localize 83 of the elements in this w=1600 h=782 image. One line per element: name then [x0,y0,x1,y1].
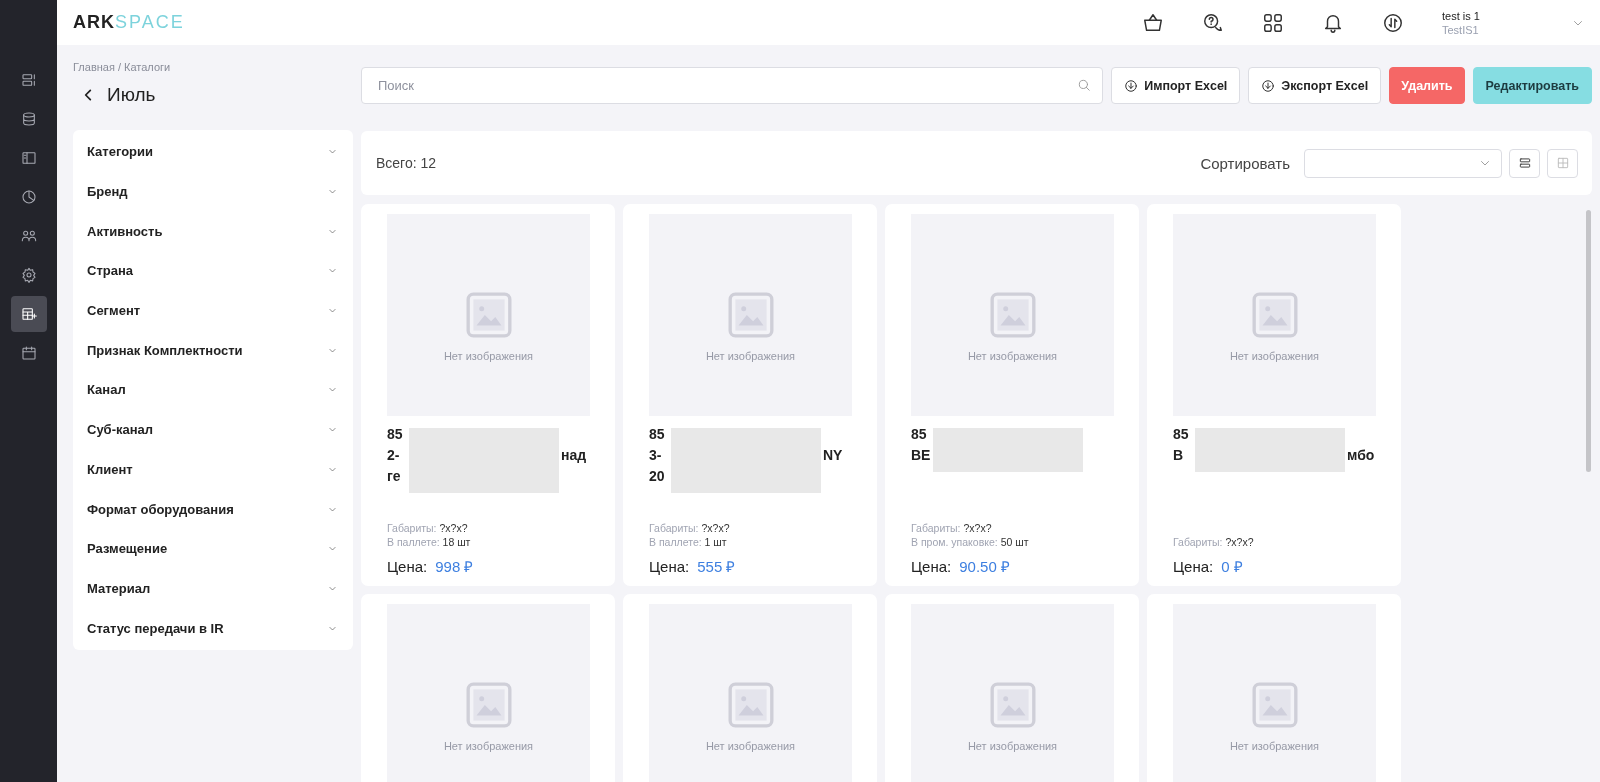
spec-line: В паллете: 18 шт [387,535,472,549]
table-add-icon [20,306,37,322]
filter-item[interactable]: Статус передачи в IR [73,608,353,648]
spec-line: Габариты: ?x?x? [911,521,993,535]
settings-icon [20,267,37,283]
no-image-text: Нет изображения [705,350,796,362]
product-title-fragment: B [1173,446,1185,465]
swap-icon[interactable] [1382,11,1404,34]
download-icon [1261,78,1276,93]
list-view-button[interactable] [1509,148,1540,178]
basket-icon[interactable] [1142,11,1164,34]
product-title-fragment: 85 [911,425,928,444]
user-name: test is 1 [1442,8,1481,23]
filter-item[interactable]: Канал [73,370,353,410]
total-count: Всего: 12 [376,155,437,171]
product-title-fragment: BE [911,446,932,465]
filter-item[interactable]: Страна [73,251,353,291]
price-value: 555 ₽ [697,557,736,576]
page-title: Июль [107,84,156,106]
price-value: 90.50 ₽ [959,557,1010,576]
calendar-icon [20,345,37,361]
price-label: Цена: [911,558,952,575]
product-title-fragment: над [560,446,587,465]
no-image-text: Нет изображения [705,740,796,752]
grid-view-icon [1555,156,1570,170]
product-card[interactable]: Нет изображения 85 2- над ге Габариты: ?x?x? В паллете: 18 шт Цена: 998 ₽ [361,204,615,586]
search-field[interactable]: Поиск [361,67,1104,104]
product-title-fragment: ге [387,467,402,486]
no-image-text: Нет изображения [967,740,1058,752]
filter-item[interactable]: Признак Комплектности [73,330,353,371]
price-value: 0 ₽ [1221,557,1243,576]
price-value: 998 ₽ [435,557,474,576]
price-label: Цена: [649,558,690,575]
product-title-fragment: 20 [649,467,666,486]
apps-grid-icon[interactable] [1262,11,1284,34]
scrollbar-thumb[interactable] [1585,210,1591,472]
pie-chart-icon [20,189,37,205]
filter-item[interactable]: Категории [73,132,353,172]
product-title-fragment: 2- [387,446,401,465]
product-title-fragment: 3- [649,446,663,465]
product-title-fragment: 85 [1173,425,1190,444]
action-button[interactable]: Экспорт Excel [1248,67,1382,104]
filter-item[interactable]: Бренд [73,171,353,212]
help-chat-icon[interactable] [1202,11,1224,34]
no-image-text: Нет изображения [967,350,1058,362]
product-card[interactable]: Нет изображения 85 B мбо Габариты: ?x?x? Цена: 0 ₽ [1147,204,1401,586]
spec-line: Габариты: ?x?x? [1173,535,1255,549]
search-icon [1077,78,1092,92]
filter-item[interactable]: Активность [73,211,353,252]
users-icon [20,228,37,244]
action-button[interactable]: Редактировать [1472,67,1592,104]
spec-line: Габариты: ?x?x? [649,521,731,535]
product-title-fragment: мбо [1346,446,1375,465]
no-image-text: Нет изображения [443,350,534,362]
filter-item[interactable]: Формат оборудования [73,489,353,529]
filter-item[interactable]: Размещение [73,528,353,569]
product-card[interactable]: Нет изображения 85 3- NY 20 Габариты: ?x?x? В паллете: 1 шт Цена: 555 ₽ [623,204,877,586]
no-image-text: Нет изображения [1229,350,1320,362]
user-login: TestIS1 [1442,22,1480,37]
filter-item[interactable]: Сегмент [73,290,353,331]
filter-item[interactable]: Суб-канал [73,409,353,450]
spec-line: Габариты: ?x?x? [387,521,469,535]
product-title-fragment: NY [822,446,843,465]
product-title-fragment: 85 [387,425,404,444]
filter-item[interactable]: Материал [73,568,353,609]
list-icon [20,72,37,88]
download-icon [1124,78,1139,93]
spec-line: В паллете: 1 шт [649,535,728,549]
no-image-text: Нет изображения [443,740,534,752]
layout-icon [20,150,37,166]
product-card[interactable]: Нет изображения 85 BE Габариты: ?x?x? В пром. упаковке: 50 шт Цена: 90.50 ₽ [885,204,1139,586]
price-label: Цена: [1173,558,1214,575]
price-label: Цена: [387,558,428,575]
list-view-icon [1517,156,1532,170]
action-button[interactable]: Импорт Excel [1111,67,1241,104]
logo: ARKSPACE [73,12,185,33]
spec-line: В пром. упаковке: 50 шт [911,535,1030,549]
sort-label: Сортировать [1200,154,1290,172]
filter-item[interactable]: Клиент [73,449,353,490]
database-icon [20,111,37,127]
nav-button[interactable] [10,296,47,332]
product-title-fragment: 85 [649,425,666,444]
no-image-text: Нет изображения [1229,740,1320,752]
